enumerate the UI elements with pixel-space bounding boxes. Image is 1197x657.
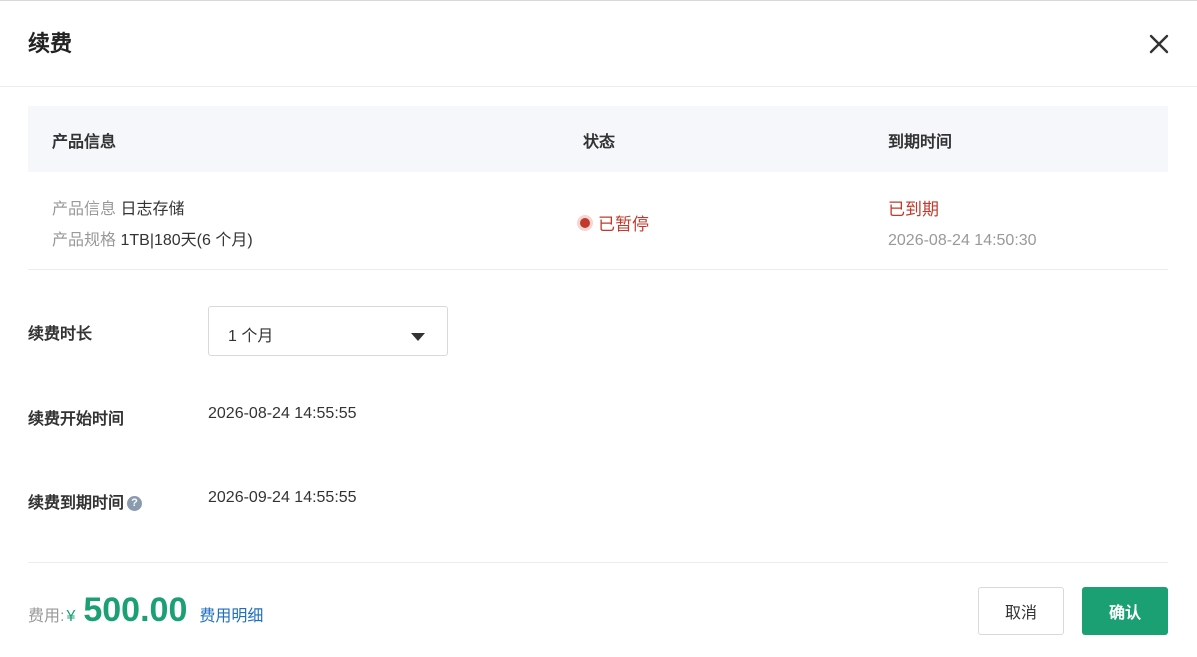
product-table: 产品信息 状态 到期时间 产品信息 日志存储 产品规格 1TB|180天(6 个… (28, 106, 1168, 270)
caret-down-icon (411, 328, 425, 346)
end-time-value: 2026-09-24 14:55:55 (208, 489, 357, 506)
product-info-cell: 产品信息 日志存储 产品规格 1TB|180天(6 个月) (52, 194, 253, 256)
duration-label: 续费时长 (28, 326, 93, 343)
expire-cell: 已到期 2026-08-24 14:50:30 (888, 194, 1037, 256)
dialog-header: 续费 (0, 1, 1197, 87)
start-time-label: 续费开始时间 (28, 411, 125, 428)
duration-select[interactable]: 1 个月 (208, 306, 448, 356)
cancel-button[interactable]: 取消 (978, 587, 1064, 635)
header-expire-time: 到期时间 (888, 134, 953, 151)
table-header: 产品信息 状态 到期时间 (28, 106, 1168, 172)
end-time-label: 续费到期时间? (28, 489, 143, 513)
close-icon[interactable] (1147, 32, 1171, 56)
spec-label: 产品规格 (52, 232, 117, 249)
header-product-info: 产品信息 (52, 134, 117, 151)
fee-currency: ¥ (66, 608, 76, 625)
duration-value: 1 个月 (228, 328, 274, 345)
fee-amount: 500.00 (83, 591, 188, 629)
product-label: 产品信息 (52, 201, 117, 218)
status-badge: 已暂停 (580, 210, 649, 235)
header-status: 状态 (583, 134, 616, 151)
status-text: 已暂停 (598, 215, 649, 234)
start-time-value: 2026-08-24 14:55:55 (208, 405, 357, 422)
dialog-title: 续费 (28, 31, 73, 56)
fee-detail-link[interactable]: 费用明细 (199, 602, 263, 626)
spec-value: 1TB|180天(6 个月) (120, 232, 253, 249)
confirm-button[interactable]: 确认 (1082, 587, 1168, 635)
help-icon[interactable]: ? (127, 496, 143, 511)
fee-summary: 费用: ¥ 500.00 费用明细 (28, 591, 263, 630)
expire-time: 2026-08-24 14:50:30 (888, 232, 1037, 249)
footer-divider (28, 562, 1168, 563)
expire-status: 已到期 (888, 200, 939, 219)
status-dot-icon (580, 217, 590, 228)
end-time-label-text: 续费到期时间 (28, 495, 125, 512)
renew-dialog: 续费 产品信息 状态 到期时间 产品信息 日志存储 产品规格 1TB|180天(… (0, 0, 1197, 657)
fee-label: 费用: (28, 608, 65, 625)
product-value: 日志存储 (120, 201, 185, 218)
table-row: 产品信息 日志存储 产品规格 1TB|180天(6 个月) 已暂停 已到期 20… (28, 172, 1168, 270)
